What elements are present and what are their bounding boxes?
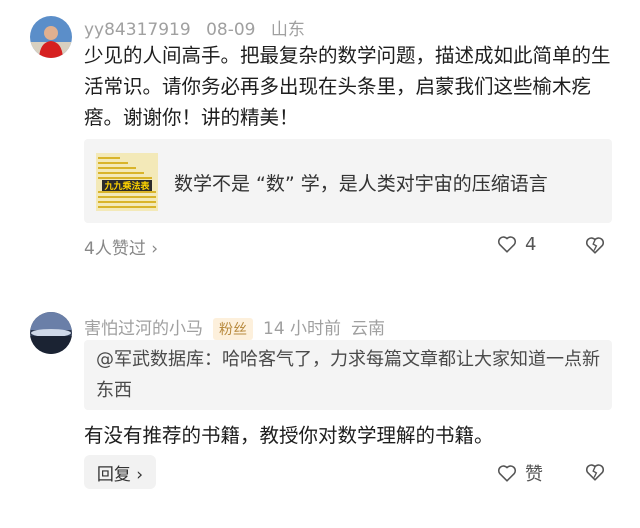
reply-button[interactable]: 回复 › [84,455,156,489]
comment-meta: 害怕过河的小马 粉丝 14 小时前 云南 [84,314,395,340]
article-thumbnail: 九九乘法表 [96,153,158,211]
like-button[interactable]: 4 [496,233,536,255]
comment-meta: yy84317919 08-09 山东 [84,15,315,40]
avatar[interactable] [30,16,72,58]
dislike-button[interactable] [584,461,606,483]
broken-heart-icon [584,461,606,483]
avatar[interactable] [30,312,72,354]
heart-outline-icon [496,233,518,255]
comment-date: 08-09 [206,20,256,40]
dislike-button[interactable] [584,234,606,256]
broken-heart-icon [584,234,606,256]
like-count: 4 [525,233,537,255]
article-link-card[interactable]: 九九乘法表 数学不是 “数” 学，是人类对宇宙的压缩语言 [84,139,612,223]
liked-by-link[interactable]: 4人赞过 › [84,234,158,259]
fan-badge: 粉丝 [213,318,253,340]
like-label: 赞 [525,464,543,485]
quoted-reply[interactable]: @军武数据库：哈哈客气了，力求每篇文章都让大家知道一点新东西 [84,340,612,410]
comment-text: 有没有推荐的书籍，教授你对数学理解的书籍。 [84,424,494,447]
location: 山东 [270,20,305,40]
comment-text: 少见的人间高手。把最复杂的数学问题，描述成如此简单的生活常识。请你务必再多出现在… [84,44,611,129]
username[interactable]: yy84317919 [84,20,191,40]
username[interactable]: 害怕过河的小马 [84,319,203,339]
article-title: 数学不是 “数” 学，是人类对宇宙的压缩语言 [174,173,548,195]
comment-time: 14 小时前 [263,319,342,339]
thumbnail-title: 九九乘法表 [103,180,150,192]
like-button[interactable]: 赞 [496,460,543,486]
heart-outline-icon [496,462,518,484]
location: 云南 [351,319,386,339]
